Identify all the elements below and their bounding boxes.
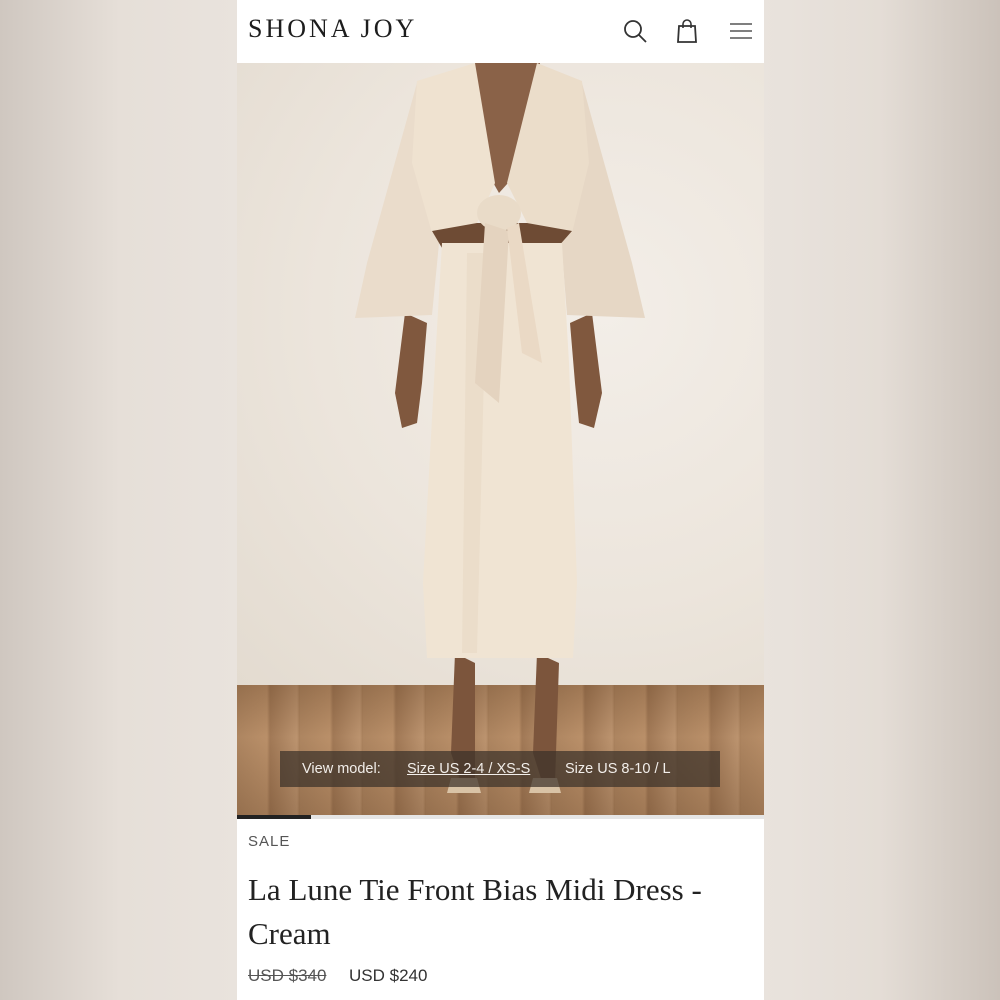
size-option-l[interactable]: Size US 8-10 / L bbox=[565, 761, 671, 777]
brand-logo[interactable]: SHONA JOY bbox=[248, 14, 417, 44]
sale-price: USD $240 bbox=[349, 966, 428, 985]
sale-badge: SALE bbox=[248, 833, 291, 850]
product-title: La Lune Tie Front Bias Midi Dress - Crea… bbox=[248, 872, 702, 951]
original-price: USD $340 bbox=[248, 966, 327, 985]
size-option-xs-s[interactable]: Size US 2-4 / XS-S bbox=[407, 761, 530, 777]
gallery-progress-fill bbox=[237, 815, 311, 819]
model-wearing-dress bbox=[355, 63, 645, 793]
view-model-label: View model: bbox=[302, 761, 381, 777]
menu-icon[interactable] bbox=[727, 17, 755, 45]
search-icon[interactable] bbox=[621, 17, 649, 45]
mobile-page: SHONA JOY View model: Size US 2-4 / XS-S… bbox=[237, 0, 764, 1000]
bag-icon[interactable] bbox=[673, 17, 701, 45]
site-header: SHONA JOY bbox=[237, 0, 764, 62]
gallery-progress-track bbox=[237, 815, 764, 819]
product-image-gallery[interactable]: View model: Size US 2-4 / XS-S Size US 8… bbox=[237, 63, 764, 815]
view-model-bar: View model: Size US 2-4 / XS-S Size US 8… bbox=[280, 751, 720, 787]
